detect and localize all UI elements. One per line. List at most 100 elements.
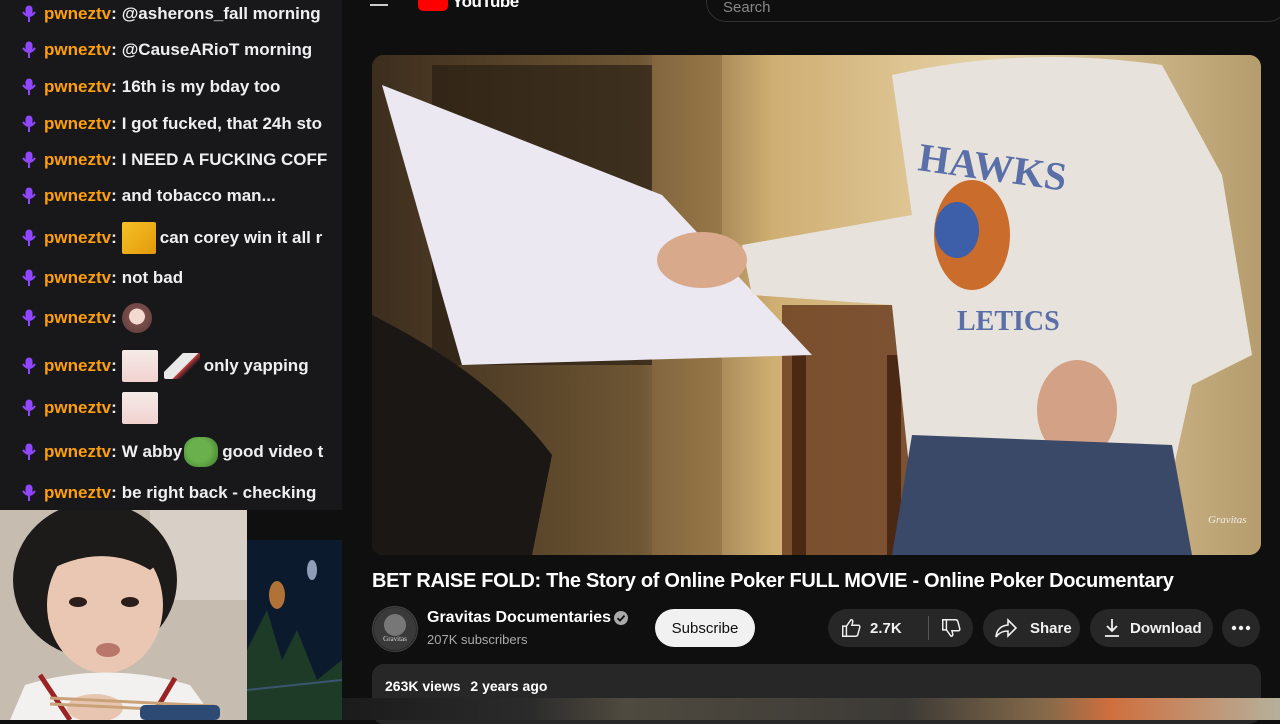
upload-age: 2 years ago	[470, 678, 548, 694]
search-input[interactable]: Search	[706, 0, 1280, 22]
chat-message-text: only yapping	[203, 356, 309, 375]
channel-avatar[interactable]: Gravitas	[372, 606, 418, 652]
chat-message-text: @CauseARioT morning	[121, 40, 313, 59]
streamer-webcam	[0, 510, 247, 720]
bottom-video-strip	[342, 698, 1280, 720]
youtube-header: YouTube Search	[342, 0, 1280, 22]
chat-username[interactable]: pwneztv	[44, 442, 111, 462]
blush-emote[interactable]	[121, 392, 158, 424]
chat-separator: :	[111, 398, 117, 417]
subscribe-button[interactable]: Subscribe	[655, 609, 755, 647]
microphone-badge-icon[interactable]	[22, 443, 36, 461]
microphone-badge-icon[interactable]	[22, 78, 36, 96]
subscribe-label: Subscribe	[671, 619, 739, 637]
microphone-badge-icon[interactable]	[22, 5, 36, 23]
pepe-emote[interactable]	[184, 437, 219, 467]
chat-message: pwneztv: @asherons_fall morning	[0, 0, 342, 32]
chat-username[interactable]: pwneztv	[44, 186, 111, 206]
youtube-logo[interactable]: YouTube	[418, 0, 519, 12]
chat-message-text: be right back - checking	[121, 483, 317, 502]
microphone-badge-icon[interactable]	[22, 229, 36, 247]
chat-separator: :	[111, 114, 117, 133]
view-count: 263K views	[385, 678, 461, 694]
chat-message: pwneztv: I NEED A FUCKING COFF	[0, 142, 342, 178]
microphone-badge-icon[interactable]	[22, 357, 36, 375]
channel-avatar-text: Gravitas	[383, 635, 407, 643]
like-button[interactable]: 2.7K	[828, 609, 928, 647]
chat-username[interactable]: pwneztv	[44, 228, 111, 248]
microphone-badge-icon[interactable]	[22, 151, 36, 169]
chat-message-text: 16th is my bday too	[121, 77, 281, 96]
background-night-scene	[247, 540, 342, 720]
chat-message: pwneztv: W abby good video t	[0, 432, 342, 472]
menu-icon[interactable]	[370, 0, 388, 8]
chat-username[interactable]: pwneztv	[44, 268, 111, 288]
chat-separator: :	[111, 308, 117, 327]
chat-separator: :	[111, 40, 117, 59]
search-placeholder: Search	[723, 0, 771, 16]
share-icon	[995, 618, 1018, 638]
microphone-badge-icon[interactable]	[22, 269, 36, 287]
chat-username[interactable]: pwneztv	[44, 398, 111, 418]
chat-message: pwneztv:16th is my bday too	[0, 69, 342, 105]
yapping-emote[interactable]	[163, 353, 200, 379]
like-dislike-bar: 2.7K	[828, 609, 973, 647]
share-label: Share	[1030, 619, 1072, 637]
subscriber-count: 207K subscribers	[427, 632, 528, 647]
thumbs-up-icon	[842, 619, 861, 637]
more-actions-button[interactable]	[1222, 609, 1260, 647]
chat-separator: :	[111, 483, 117, 502]
more-horizontal-icon	[1231, 625, 1251, 631]
download-label: Download	[1130, 619, 1202, 637]
chat-username[interactable]: pwneztv	[44, 4, 111, 24]
svg-text:LETICS: LETICS	[957, 306, 1060, 337]
chat-message: pwneztv: I got fucked, that 24h sto	[0, 106, 342, 142]
microphone-badge-icon[interactable]	[22, 187, 36, 205]
download-icon	[1105, 619, 1119, 637]
chat-message-text: I got fucked, that 24h sto	[121, 114, 322, 133]
anime-girl-emote[interactable]	[121, 303, 152, 333]
webcam-image	[0, 510, 247, 720]
chat-username[interactable]: pwneztv	[44, 77, 111, 97]
chat-message-text: good video t	[222, 442, 324, 461]
night-scene-image	[247, 540, 342, 720]
chat-message: pwneztv: not bad	[0, 260, 342, 296]
chat-username[interactable]: pwneztv	[44, 308, 111, 328]
chat-message-text: not bad	[121, 268, 184, 287]
blush-emote[interactable]	[121, 350, 158, 382]
chat-message: pwneztv:	[0, 388, 342, 428]
chat-separator: :	[111, 77, 117, 96]
microphone-badge-icon[interactable]	[22, 399, 36, 417]
chat-message: pwneztv: be right back - checking	[0, 475, 342, 510]
youtube-logo-text: YouTube	[452, 0, 519, 11]
chat-separator: :	[111, 268, 117, 287]
chat-username[interactable]: pwneztv	[44, 356, 111, 376]
share-button[interactable]: Share	[983, 609, 1080, 647]
chat-username[interactable]: pwneztv	[44, 40, 111, 60]
channel-avatar-image: Gravitas	[374, 608, 416, 650]
channel-name[interactable]: Gravitas Documentaries	[427, 609, 611, 627]
video-title: BET RAISE FOLD: The Story of Online Poke…	[372, 570, 1174, 592]
video-player[interactable]: HAWKS LETICS Gravitas	[372, 55, 1261, 555]
chat-username[interactable]: pwneztv	[44, 483, 111, 503]
chat-separator: :	[111, 150, 117, 169]
chat-separator: :	[111, 4, 117, 23]
download-button[interactable]: Download	[1090, 609, 1213, 647]
microphone-badge-icon[interactable]	[22, 41, 36, 59]
chat-username[interactable]: pwneztv	[44, 150, 111, 170]
microphone-badge-icon[interactable]	[22, 115, 36, 133]
chat-message-text: W abby	[121, 442, 183, 461]
dislike-button[interactable]	[929, 609, 973, 647]
video-frame: HAWKS LETICS Gravitas	[372, 55, 1261, 555]
chat-message: pwneztv: only yapping	[0, 344, 342, 388]
youtube-play-icon	[418, 0, 448, 11]
chat-message: pwneztv:	[0, 298, 342, 338]
chat-username[interactable]: pwneztv	[44, 114, 111, 134]
chat-message: pwneztv: @CauseARioT morning	[0, 32, 342, 68]
verified-icon	[614, 611, 628, 625]
microphone-badge-icon[interactable]	[22, 484, 36, 502]
cat-emote[interactable]	[121, 222, 156, 254]
microphone-badge-icon[interactable]	[22, 309, 36, 327]
view-stats: 263K views 2 years ago	[385, 678, 547, 694]
thumbs-down-icon	[942, 619, 961, 637]
